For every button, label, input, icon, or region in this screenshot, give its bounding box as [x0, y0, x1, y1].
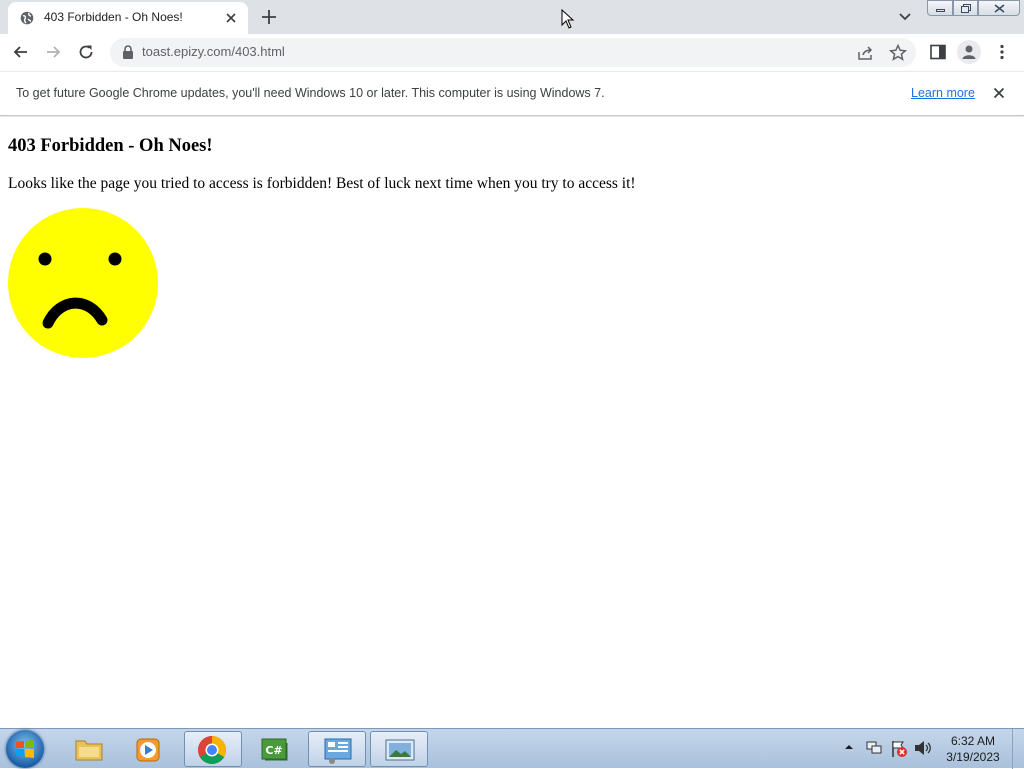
learn-more-link[interactable]: Learn more [911, 86, 975, 100]
browser-tab[interactable]: 403 Forbidden - Oh Noes! [8, 2, 248, 34]
update-infobar: To get future Google Chrome updates, you… [0, 71, 1024, 116]
network-icon[interactable] [866, 740, 882, 756]
minimize-button[interactable] [927, 0, 953, 16]
page-message: Looks like the page you tried to access … [8, 175, 636, 192]
clock-date: 3/19/2023 [946, 750, 1000, 764]
chrome-icon [198, 736, 226, 764]
person-icon [962, 45, 976, 59]
reload-icon[interactable] [76, 42, 96, 62]
csharp-icon: C# [261, 738, 288, 761]
taskbar-media-player[interactable] [120, 731, 178, 767]
address-bar[interactable]: toast.epizy.com/403.html [110, 38, 916, 67]
sad-face-image [8, 208, 158, 358]
control-panel-icon [324, 738, 352, 764]
window-controls [927, 0, 1020, 17]
show-desktop-button[interactable] [1012, 729, 1024, 769]
svg-text:C#: C# [265, 744, 282, 757]
url-text[interactable]: toast.epizy.com/403.html [142, 44, 285, 59]
back-arrow-icon[interactable] [11, 42, 31, 62]
side-panel-icon[interactable] [928, 42, 948, 62]
folder-icon [75, 740, 103, 761]
media-player-icon [136, 738, 160, 762]
close-window-button[interactable] [978, 0, 1020, 16]
globe-icon [20, 11, 34, 25]
forward-arrow-icon[interactable] [43, 42, 63, 62]
close-infobar-icon[interactable] [991, 85, 1007, 101]
share-icon[interactable] [856, 43, 876, 63]
new-tab-icon[interactable] [259, 7, 279, 27]
clock-time: 6:32 AM [950, 734, 996, 748]
taskbar-clock[interactable]: 6:32 AM 3/19/2023 [940, 733, 1006, 765]
tab-strip: 403 Forbidden - Oh Noes! [0, 0, 1024, 34]
more-menu-icon[interactable] [992, 42, 1012, 62]
browser-toolbar: toast.epizy.com/403.html [0, 34, 1024, 71]
chevron-down-icon[interactable] [896, 9, 914, 25]
page-title: 403 Forbidden - Oh Noes! [8, 136, 213, 156]
mouse-cursor-icon [561, 9, 575, 29]
tab-title: 403 Forbidden - Oh Noes! [44, 10, 183, 24]
taskbar-file-explorer[interactable] [60, 731, 118, 767]
restore-button[interactable] [953, 0, 978, 16]
page-content: 403 Forbidden - Oh Noes! Looks like the … [0, 117, 1024, 728]
volume-icon[interactable] [914, 740, 932, 756]
taskbar-photo-viewer[interactable] [370, 731, 428, 767]
taskbar: C# 6:32 AM 3/19/2023 [0, 728, 1024, 769]
bookmark-star-icon[interactable] [888, 43, 908, 63]
taskbar-csharp-editor[interactable]: C# [246, 731, 304, 767]
lock-icon[interactable] [122, 45, 134, 59]
action-center-icon[interactable] [890, 740, 908, 758]
close-tab-icon[interactable] [222, 9, 240, 27]
taskbar-chrome[interactable] [184, 731, 242, 767]
start-button[interactable] [6, 730, 44, 768]
photo-viewer-icon [385, 739, 415, 761]
taskbar-control-panel[interactable] [308, 731, 366, 767]
profile-avatar[interactable] [957, 40, 981, 64]
show-hidden-icons-icon[interactable] [844, 743, 854, 751]
infobar-message: To get future Google Chrome updates, you… [16, 86, 605, 100]
windows-logo-icon [16, 740, 34, 758]
